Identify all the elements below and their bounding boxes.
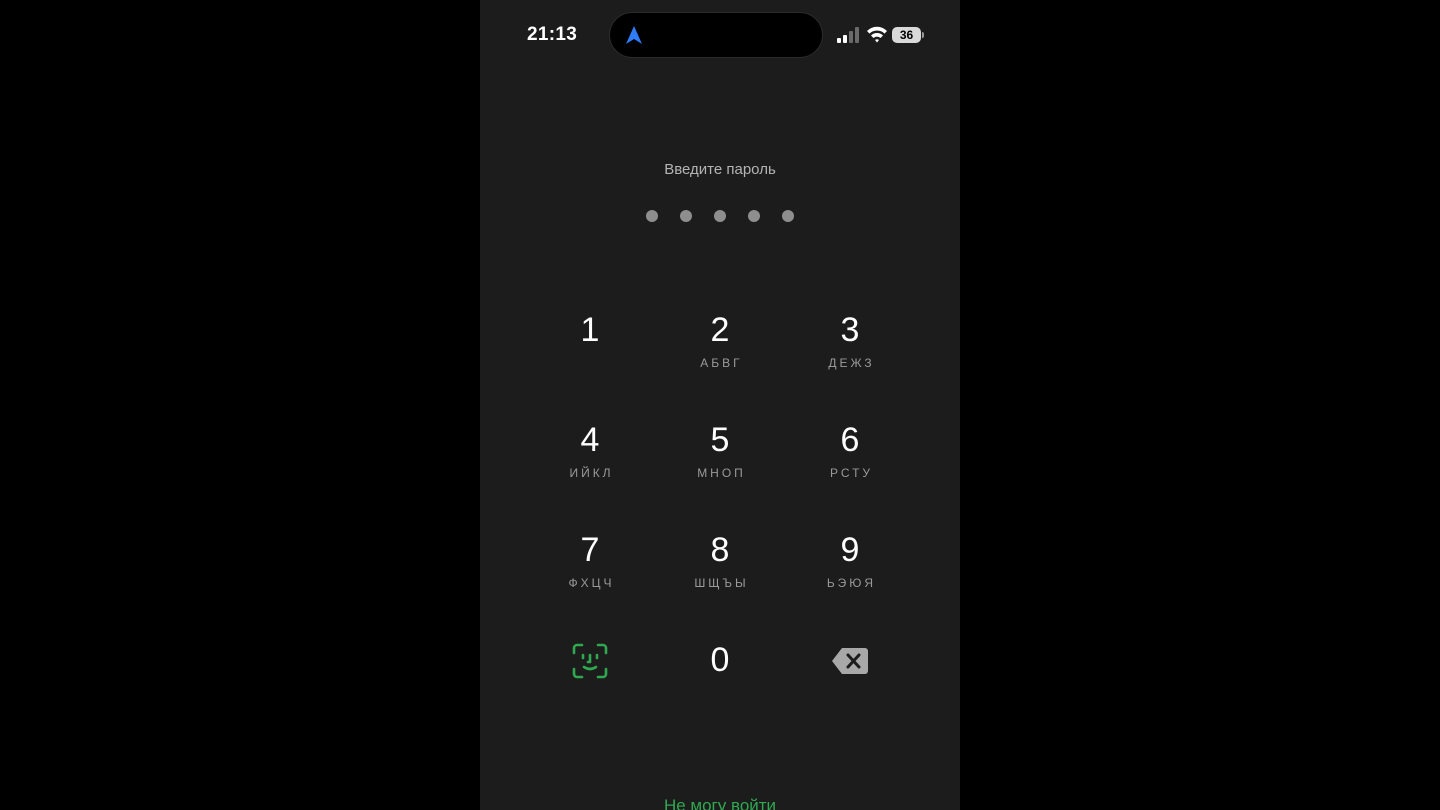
passcode-dot xyxy=(680,210,692,222)
key-4[interactable]: 4 ИЙКЛ xyxy=(535,410,645,500)
key-digit: 0 xyxy=(710,641,730,679)
passcode-dot xyxy=(748,210,760,222)
key-letters: ШЩЪЫ xyxy=(694,576,749,590)
key-letters: ЬЭЮЯ xyxy=(826,576,877,590)
key-digit: 6 xyxy=(840,421,860,459)
key-3[interactable]: 3 ДЕЖЗ xyxy=(795,300,905,390)
wifi-icon xyxy=(867,26,887,43)
key-digit: 1 xyxy=(580,311,600,349)
passcode-dot xyxy=(714,210,726,222)
status-time: 21:13 xyxy=(527,24,578,45)
passcode-dot xyxy=(646,210,658,222)
key-digit: 3 xyxy=(840,311,860,349)
key-8[interactable]: 8 ШЩЪЫ xyxy=(665,520,775,610)
key-1[interactable]: 1 xyxy=(535,300,645,390)
battery-level: 36 xyxy=(892,27,921,43)
key-digit: 9 xyxy=(840,531,860,569)
key-digit: 8 xyxy=(710,531,730,569)
navigation-arrow-icon xyxy=(626,26,642,44)
key-letters: РСТУ xyxy=(829,466,874,480)
key-letters: ИЙКЛ xyxy=(569,466,614,480)
face-id-icon[interactable] xyxy=(572,643,608,679)
key-5[interactable]: 5 МНОП xyxy=(665,410,775,500)
passcode-dots xyxy=(480,210,960,222)
key-letters: МНОП xyxy=(697,466,746,480)
passcode-prompt: Введите пароль xyxy=(664,161,776,178)
battery-icon: 36 xyxy=(892,27,925,43)
key-6[interactable]: 6 РСТУ xyxy=(795,410,905,500)
key-digit: 4 xyxy=(580,421,600,459)
cant-login-link[interactable]: Не могу войти xyxy=(480,796,960,810)
key-digit: 7 xyxy=(580,531,600,569)
key-letters: АБВГ xyxy=(700,356,743,370)
key-letters: ДЕЖЗ xyxy=(828,356,875,370)
battery-tip xyxy=(922,32,924,38)
passcode-dot xyxy=(782,210,794,222)
key-digit: 2 xyxy=(710,311,730,349)
key-letters: ФХЦЧ xyxy=(568,576,615,590)
key-2[interactable]: 2 АБВГ xyxy=(665,300,775,390)
dynamic-island[interactable] xyxy=(609,12,823,58)
key-7[interactable]: 7 ФХЦЧ xyxy=(535,520,645,610)
key-9[interactable]: 9 ЬЭЮЯ xyxy=(795,520,905,610)
phone-screen: 21:13 36 Введите пароль 1 2 АБВГ 3 ДЕЖЗ … xyxy=(480,0,960,810)
key-0[interactable]: 0 xyxy=(665,630,775,720)
signal-icon xyxy=(837,27,859,43)
key-digit: 5 xyxy=(710,421,730,459)
backspace-icon[interactable] xyxy=(831,647,869,675)
